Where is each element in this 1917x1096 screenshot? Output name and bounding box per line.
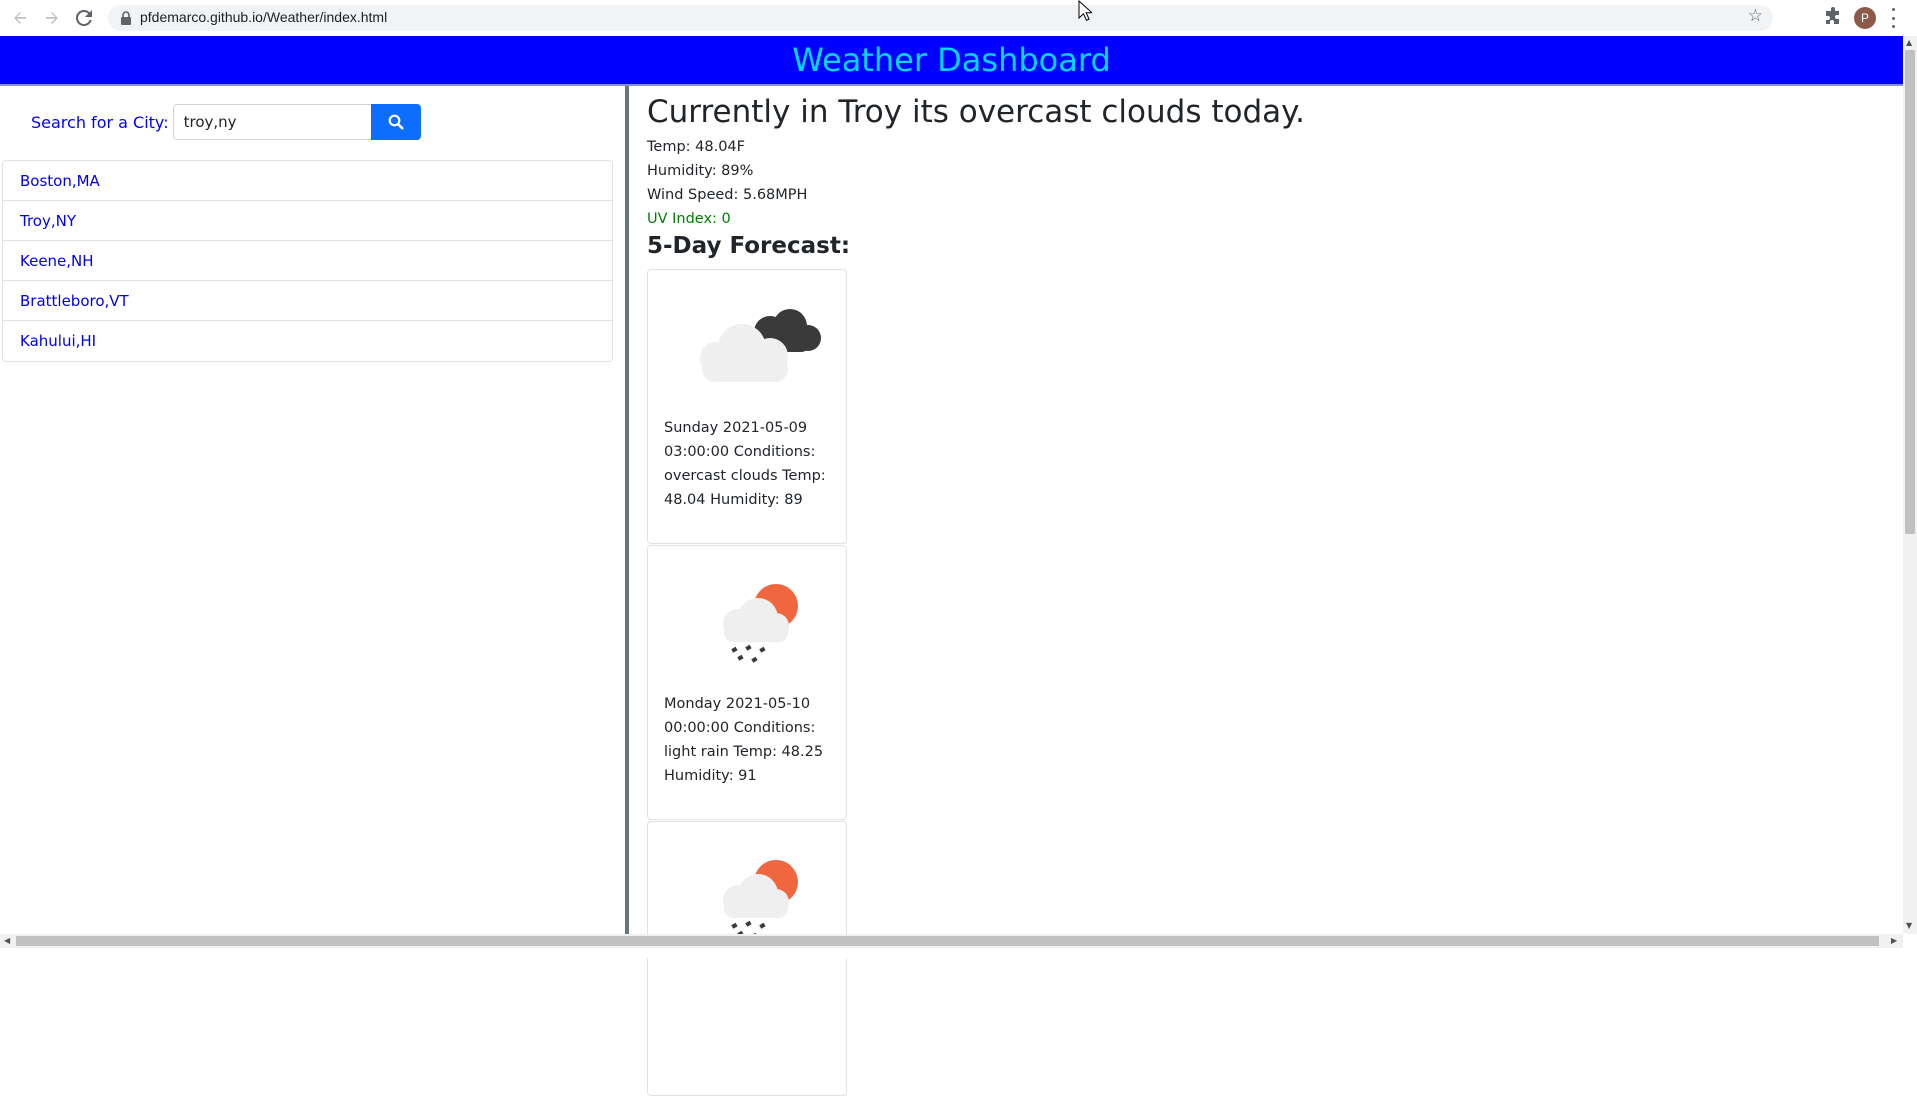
profile-avatar[interactable]: P xyxy=(1854,7,1876,29)
search-form: Search for a City: xyxy=(31,103,421,141)
url-text[interactable]: pfdemarco.github.io/Weather/index.html xyxy=(140,9,387,25)
forecast-card: Sunday 2021-05-09 03:00:00 Conditions: o… xyxy=(647,269,847,544)
browser-toolbar: pfdemarco.github.io/Weather/index.html ☆… xyxy=(0,0,1917,37)
forecast-card-text: Sunday 2021-05-09 03:00:00 Conditions: o… xyxy=(664,420,826,508)
city-item-boston[interactable]: Boston,MA xyxy=(3,161,612,201)
bookmark-star-icon[interactable]: ☆ xyxy=(1748,8,1763,25)
current-weather-heading: Currently in Troy its overcast clouds to… xyxy=(647,94,1305,130)
city-item-keene[interactable]: Keene,NH xyxy=(3,241,612,281)
scroll-up-arrow-icon[interactable]: ▲ xyxy=(1906,39,1912,47)
city-item-brattleboro[interactable]: Brattleboro,VT xyxy=(3,281,612,321)
sidebar: Search for a City: Boston,MA Troy,NY Kee… xyxy=(0,86,629,934)
vertical-scrollbar[interactable]: ▲ ▼ xyxy=(1903,36,1917,934)
forecast-card xyxy=(647,821,847,1096)
page-title: Weather Dashboard xyxy=(792,41,1111,79)
reload-icon[interactable] xyxy=(73,7,95,29)
current-temp: Temp: 48.04F xyxy=(647,139,745,155)
scroll-right-arrow-icon[interactable]: ▶ xyxy=(1891,937,1897,945)
current-wind-speed: Wind Speed: 5.68MPH xyxy=(647,187,808,203)
overcast-clouds-icon xyxy=(700,309,821,382)
horizontal-scrollbar-thumb[interactable] xyxy=(16,936,1879,946)
back-arrow-icon[interactable] xyxy=(9,7,31,29)
search-icon xyxy=(388,114,404,130)
city-item-troy[interactable]: Troy,NY xyxy=(3,201,612,241)
light-rain-icon xyxy=(723,860,798,939)
vertical-scrollbar-thumb[interactable] xyxy=(1905,50,1915,534)
current-uv-index: UV Index: 0 xyxy=(647,211,731,227)
city-item-kahului[interactable]: Kahului,HI xyxy=(3,321,612,361)
light-rain-icon xyxy=(723,584,798,663)
current-humidity: Humidity: 89% xyxy=(647,163,754,179)
forecast-card: Monday 2021-05-10 00:00:00 Conditions: l… xyxy=(647,545,847,820)
horizontal-scrollbar[interactable]: ◀ ▶ xyxy=(0,934,1903,948)
mouse-cursor-icon xyxy=(1078,0,1092,21)
kebab-menu-icon[interactable] xyxy=(1890,8,1896,28)
scroll-left-arrow-icon[interactable]: ◀ xyxy=(4,937,10,945)
forecast-heading: 5-Day Forecast: xyxy=(647,233,851,259)
address-bar[interactable]: pfdemarco.github.io/Weather/index.html ☆ xyxy=(108,5,1773,31)
page-header: Weather Dashboard xyxy=(0,36,1903,86)
extensions-puzzle-icon[interactable] xyxy=(1823,7,1843,27)
city-history-list: Boston,MA Troy,NY Keene,NH Brattleboro,V… xyxy=(2,160,613,362)
lock-icon xyxy=(121,11,131,25)
forecast-card-text: Monday 2021-05-10 00:00:00 Conditions: l… xyxy=(664,696,824,784)
search-label: Search for a City: xyxy=(31,112,169,132)
search-button[interactable] xyxy=(370,104,421,140)
city-search-input[interactable] xyxy=(172,104,371,140)
scroll-down-arrow-icon[interactable]: ▼ xyxy=(1906,922,1912,930)
main-content: Currently in Troy its overcast clouds to… xyxy=(647,86,1897,1096)
bottom-strip xyxy=(0,948,1917,958)
forward-arrow-icon[interactable] xyxy=(41,7,63,29)
